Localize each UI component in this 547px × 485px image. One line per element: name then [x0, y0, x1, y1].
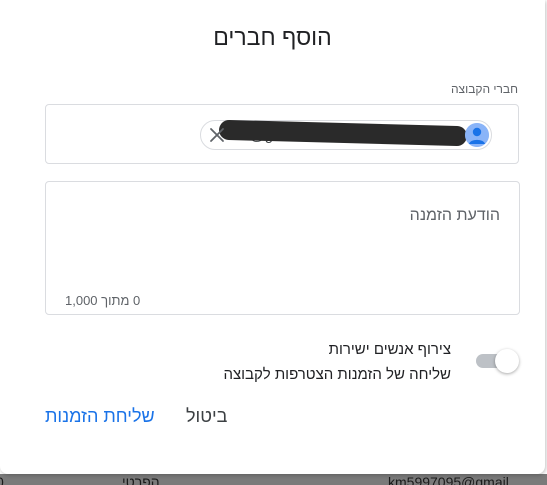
send-invitations-button[interactable]: שליחת הזמנות — [45, 406, 155, 427]
background-text: 0 — [0, 475, 4, 485]
direct-add-subtitle: שליחה של הזמנות הצטרפות לקבוצה — [223, 366, 451, 383]
cancel-button[interactable]: ביטול — [186, 406, 227, 427]
close-icon[interactable] — [208, 126, 226, 144]
background-text: הפרטי... — [122, 474, 172, 485]
person-avatar-icon — [465, 123, 489, 147]
add-members-dialog: הוסף חברים חברי הקבוצה ...@gmail.com — [0, 0, 545, 474]
direct-add-toggle[interactable] — [474, 347, 522, 375]
background-text: km5997095@gmail... — [388, 474, 521, 485]
dialog-title: הוסף חברים — [213, 24, 332, 50]
toggle-thumb — [495, 349, 519, 373]
background-page: 0 הפרטי... km5997095@gmail... — [0, 474, 547, 485]
members-input[interactable]: ...@gmail.com — [45, 104, 519, 164]
members-label: חברי הקבוצה — [450, 82, 518, 96]
invitation-message-field[interactable]: הודעת הזמנה 0 מתוך 1,000 — [45, 181, 520, 315]
character-counter: 0 מתוך 1,000 — [65, 293, 141, 308]
invitation-message-placeholder: הודעת הזמנה — [409, 207, 500, 224]
screen: 0 הפרטי... km5997095@gmail... הוסף חברים… — [0, 0, 547, 485]
member-chip[interactable]: ...@gmail.com — [200, 119, 492, 150]
direct-add-title: צירוף אנשים ישירות — [328, 341, 451, 358]
